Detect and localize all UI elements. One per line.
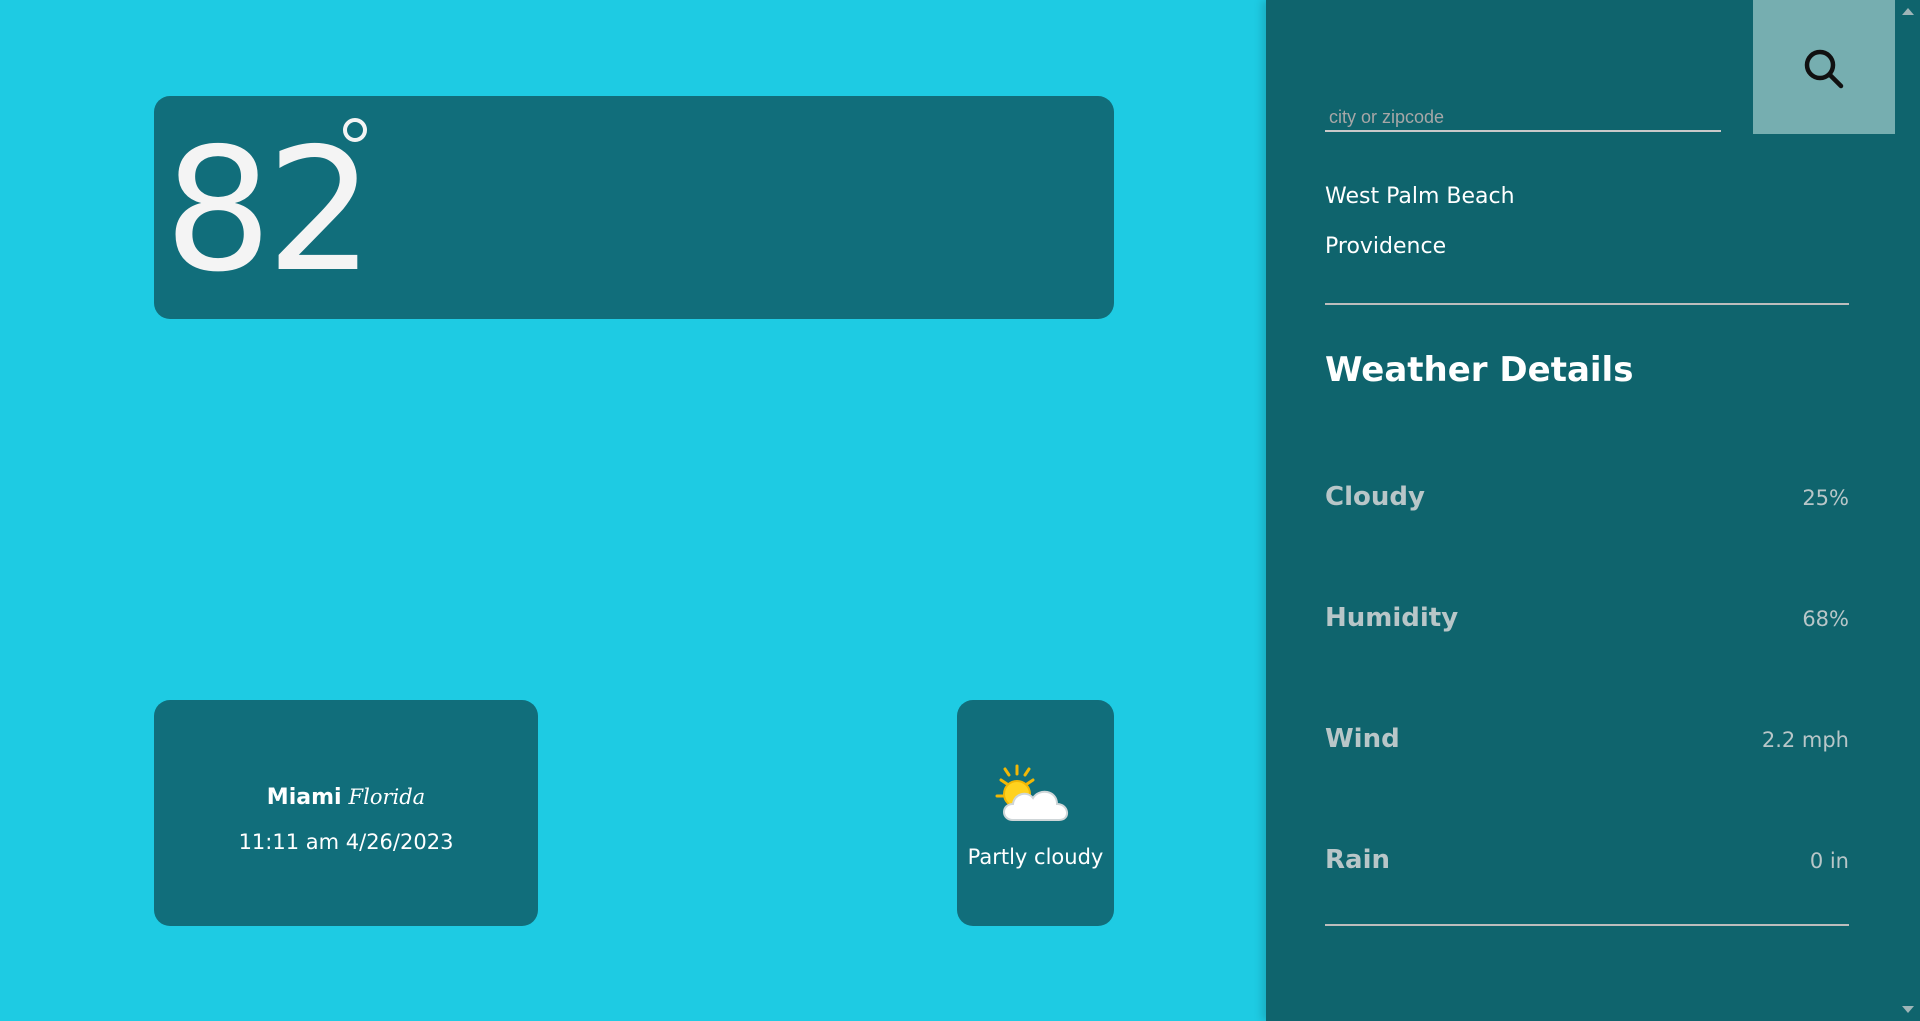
recent-location-item[interactable]: West Palm Beach <box>1325 184 1849 234</box>
condition-card: Partly cloudy <box>957 700 1114 926</box>
degree-symbol <box>343 118 367 142</box>
condition-text: Partly cloudy <box>967 845 1104 869</box>
search-input[interactable] <box>1325 104 1721 132</box>
temperature-value: 82 <box>164 112 374 310</box>
detail-row-humidity: Humidity 68% <box>1325 603 1849 643</box>
recent-location-item[interactable]: Providence <box>1325 234 1849 284</box>
divider <box>1325 924 1849 926</box>
search-icon <box>1804 49 1844 89</box>
detail-value: 0 in <box>1809 849 1849 873</box>
location-card: Miami Florida 11:11 am 4/26/2023 <box>154 700 538 926</box>
recent-locations-list: West Palm Beach Providence <box>1325 184 1849 284</box>
detail-value: 68% <box>1802 607 1849 631</box>
location-line: Miami Florida <box>154 785 538 810</box>
search-button[interactable] <box>1753 0 1895 134</box>
scroll-up-arrow-icon[interactable] <box>1902 8 1914 15</box>
detail-label: Wind <box>1325 724 1400 754</box>
location-state: Florida <box>348 785 426 809</box>
partly-cloudy-icon <box>995 764 1068 821</box>
temperature-card: 82 <box>154 96 1114 319</box>
sidebar: West Palm Beach Providence Weather Detai… <box>1266 0 1895 1021</box>
detail-value: 2.2 mph <box>1761 728 1849 752</box>
detail-row-rain: Rain 0 in <box>1325 845 1849 885</box>
scrollbar[interactable] <box>1895 0 1920 1021</box>
detail-label: Cloudy <box>1325 482 1425 512</box>
scroll-down-arrow-icon[interactable] <box>1902 1006 1914 1013</box>
divider <box>1325 303 1849 305</box>
details-title: Weather Details <box>1325 350 1634 390</box>
detail-value: 25% <box>1802 486 1849 510</box>
main-panel: 82 Miami Florida 11:11 am 4/26/2023 Part… <box>0 0 1266 1021</box>
detail-label: Rain <box>1325 845 1390 875</box>
location-city: Miami <box>266 785 342 810</box>
detail-row-wind: Wind 2.2 mph <box>1325 724 1849 764</box>
detail-label: Humidity <box>1325 603 1459 633</box>
detail-row-cloudy: Cloudy 25% <box>1325 482 1849 522</box>
local-datetime: 11:11 am 4/26/2023 <box>238 830 454 854</box>
